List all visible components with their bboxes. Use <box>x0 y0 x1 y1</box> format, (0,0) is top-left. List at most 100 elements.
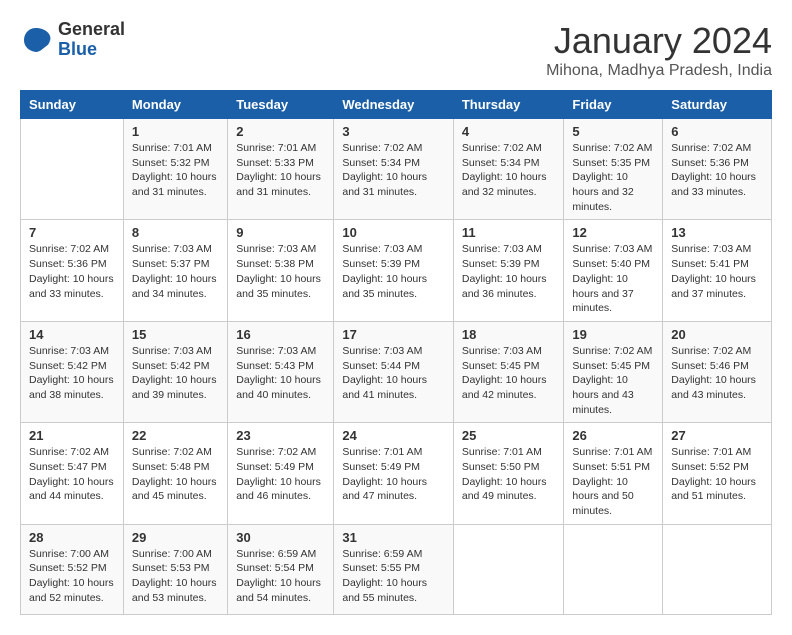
calendar-cell: 31 Sunrise: 6:59 AMSunset: 5:55 PMDayligh… <box>334 524 454 614</box>
day-number: 17 <box>342 327 445 342</box>
title-area: January 2024 Mihona, Madhya Pradesh, Ind… <box>546 20 772 80</box>
calendar-cell: 28Sunrise: 7:00 AMSunset: 5:52 PMDayligh… <box>21 524 124 614</box>
day-info: Sunrise: 7:03 AMSunset: 5:37 PMDaylight:… <box>132 242 219 301</box>
day-number: 23 <box>236 428 325 443</box>
day-number: 29 <box>132 530 219 545</box>
calendar-cell: 10Sunrise: 7:03 AMSunset: 5:39 PMDayligh… <box>334 220 454 321</box>
month-title: January 2024 <box>546 20 772 62</box>
day-number: 5 <box>572 124 654 139</box>
day-number: 9 <box>236 225 325 240</box>
calendar-cell <box>564 524 663 614</box>
day-number: 15 <box>132 327 219 342</box>
calendar-cell: 11Sunrise: 7:03 AMSunset: 5:39 PMDayligh… <box>453 220 564 321</box>
day-info: Sunrise: 7:01 AMSunset: 5:50 PMDaylight:… <box>462 445 556 504</box>
logo: General Blue <box>20 20 125 60</box>
logo-icon <box>20 24 52 56</box>
day-info: Sunrise: 7:01 AMSunset: 5:33 PMDaylight:… <box>236 141 325 200</box>
day-info: Sunrise: 7:00 AMSunset: 5:53 PMDaylight:… <box>132 547 219 606</box>
day-info: Sunrise: 7:02 AMSunset: 5:34 PMDaylight:… <box>342 141 445 200</box>
day-number: 11 <box>462 225 556 240</box>
calendar-cell: 7 Sunrise: 7:02 AMSunset: 5:36 PMDaylight… <box>21 220 124 321</box>
calendar-cell: 25 Sunrise: 7:01 AMSunset: 5:50 PMDayligh… <box>453 423 564 524</box>
logo-text: General Blue <box>58 20 125 60</box>
day-info: Sunrise: 7:02 AMSunset: 5:46 PMDaylight:… <box>671 344 763 403</box>
calendar-cell: 18 Sunrise: 7:03 AMSunset: 5:45 PMDayligh… <box>453 321 564 422</box>
day-number: 12 <box>572 225 654 240</box>
calendar-cell <box>663 524 772 614</box>
day-number: 7 <box>29 225 115 240</box>
calendar-cell: 5 Sunrise: 7:02 AMSunset: 5:35 PMDaylight… <box>564 119 663 220</box>
location-title: Mihona, Madhya Pradesh, India <box>546 62 772 80</box>
day-info: Sunrise: 7:01 AMSunset: 5:51 PMDaylight:… <box>572 445 654 518</box>
calendar-cell: 1Sunrise: 7:01 AMSunset: 5:32 PMDaylight… <box>123 119 227 220</box>
calendar-cell: 22 Sunrise: 7:02 AMSunset: 5:48 PMDayligh… <box>123 423 227 524</box>
day-number: 31 <box>342 530 445 545</box>
day-number: 16 <box>236 327 325 342</box>
day-number: 2 <box>236 124 325 139</box>
calendar-cell: 30 Sunrise: 6:59 AMSunset: 5:54 PMDayligh… <box>228 524 334 614</box>
calendar-cell: 26 Sunrise: 7:01 AMSunset: 5:51 PMDayligh… <box>564 423 663 524</box>
day-info: Sunrise: 7:03 AMSunset: 5:38 PMDaylight:… <box>236 242 325 301</box>
day-info: Sunrise: 7:03 AMSunset: 5:42 PMDaylight:… <box>29 344 115 403</box>
week-row-1: 1Sunrise: 7:01 AMSunset: 5:32 PMDaylight… <box>21 119 772 220</box>
day-info: Sunrise: 7:03 AMSunset: 5:43 PMDaylight:… <box>236 344 325 403</box>
weekday-header-wednesday: Wednesday <box>334 91 454 119</box>
weekday-header-saturday: Saturday <box>663 91 772 119</box>
weekday-header-row: SundayMondayTuesdayWednesdayThursdayFrid… <box>21 91 772 119</box>
day-info: Sunrise: 7:00 AMSunset: 5:52 PMDaylight:… <box>29 547 115 606</box>
day-info: Sunrise: 7:02 AMSunset: 5:34 PMDaylight:… <box>462 141 556 200</box>
week-row-4: 21 Sunrise: 7:02 AMSunset: 5:47 PMDayligh… <box>21 423 772 524</box>
weekday-header-friday: Friday <box>564 91 663 119</box>
day-number: 30 <box>236 530 325 545</box>
day-number: 4 <box>462 124 556 139</box>
calendar-cell: 24 Sunrise: 7:01 AMSunset: 5:49 PMDayligh… <box>334 423 454 524</box>
day-number: 19 <box>572 327 654 342</box>
day-number: 18 <box>462 327 556 342</box>
day-number: 6 <box>671 124 763 139</box>
day-number: 26 <box>572 428 654 443</box>
calendar-cell: 20Sunrise: 7:02 AMSunset: 5:46 PMDayligh… <box>663 321 772 422</box>
calendar-cell: 29 Sunrise: 7:00 AMSunset: 5:53 PMDayligh… <box>123 524 227 614</box>
day-info: Sunrise: 7:01 AMSunset: 5:49 PMDaylight:… <box>342 445 445 504</box>
day-info: Sunrise: 7:02 AMSunset: 5:36 PMDaylight:… <box>29 242 115 301</box>
day-number: 24 <box>342 428 445 443</box>
day-info: Sunrise: 7:01 AMSunset: 5:52 PMDaylight:… <box>671 445 763 504</box>
calendar-cell: 9 Sunrise: 7:03 AMSunset: 5:38 PMDaylight… <box>228 220 334 321</box>
calendar-cell <box>453 524 564 614</box>
calendar-cell: 27 Sunrise: 7:01 AMSunset: 5:52 PMDayligh… <box>663 423 772 524</box>
day-info: Sunrise: 7:02 AMSunset: 5:48 PMDaylight:… <box>132 445 219 504</box>
day-info: Sunrise: 7:01 AMSunset: 5:32 PMDaylight:… <box>132 141 219 200</box>
day-number: 25 <box>462 428 556 443</box>
week-row-5: 28Sunrise: 7:00 AMSunset: 5:52 PMDayligh… <box>21 524 772 614</box>
day-number: 8 <box>132 225 219 240</box>
calendar-cell: 23Sunrise: 7:02 AMSunset: 5:49 PMDayligh… <box>228 423 334 524</box>
day-info: Sunrise: 7:03 AMSunset: 5:45 PMDaylight:… <box>462 344 556 403</box>
calendar-cell: 14Sunrise: 7:03 AMSunset: 5:42 PMDayligh… <box>21 321 124 422</box>
day-number: 13 <box>671 225 763 240</box>
weekday-header-sunday: Sunday <box>21 91 124 119</box>
day-number: 22 <box>132 428 219 443</box>
day-info: Sunrise: 7:02 AMSunset: 5:35 PMDaylight:… <box>572 141 654 214</box>
day-info: Sunrise: 6:59 AMSunset: 5:54 PMDaylight:… <box>236 547 325 606</box>
calendar-cell: 21 Sunrise: 7:02 AMSunset: 5:47 PMDayligh… <box>21 423 124 524</box>
day-info: Sunrise: 7:03 AMSunset: 5:42 PMDaylight:… <box>132 344 219 403</box>
day-number: 3 <box>342 124 445 139</box>
calendar-cell: 8 Sunrise: 7:03 AMSunset: 5:37 PMDaylight… <box>123 220 227 321</box>
week-row-2: 7 Sunrise: 7:02 AMSunset: 5:36 PMDaylight… <box>21 220 772 321</box>
week-row-3: 14Sunrise: 7:03 AMSunset: 5:42 PMDayligh… <box>21 321 772 422</box>
calendar-table: SundayMondayTuesdayWednesdayThursdayFrid… <box>20 90 772 615</box>
calendar-cell <box>21 119 124 220</box>
calendar-cell: 13 Sunrise: 7:03 AMSunset: 5:41 PMDayligh… <box>663 220 772 321</box>
calendar-cell: 12Sunrise: 7:03 AMSunset: 5:40 PMDayligh… <box>564 220 663 321</box>
calendar-cell: 6Sunrise: 7:02 AMSunset: 5:36 PMDaylight… <box>663 119 772 220</box>
day-info: Sunrise: 7:02 AMSunset: 5:47 PMDaylight:… <box>29 445 115 504</box>
calendar-cell: 2 Sunrise: 7:01 AMSunset: 5:33 PMDaylight… <box>228 119 334 220</box>
day-info: Sunrise: 7:03 AMSunset: 5:41 PMDaylight:… <box>671 242 763 301</box>
calendar-cell: 15 Sunrise: 7:03 AMSunset: 5:42 PMDayligh… <box>123 321 227 422</box>
calendar-cell: 19Sunrise: 7:02 AMSunset: 5:45 PMDayligh… <box>564 321 663 422</box>
day-info: Sunrise: 6:59 AMSunset: 5:55 PMDaylight:… <box>342 547 445 606</box>
day-number: 27 <box>671 428 763 443</box>
calendar-cell: 4 Sunrise: 7:02 AMSunset: 5:34 PMDaylight… <box>453 119 564 220</box>
day-info: Sunrise: 7:03 AMSunset: 5:39 PMDaylight:… <box>342 242 445 301</box>
day-number: 21 <box>29 428 115 443</box>
